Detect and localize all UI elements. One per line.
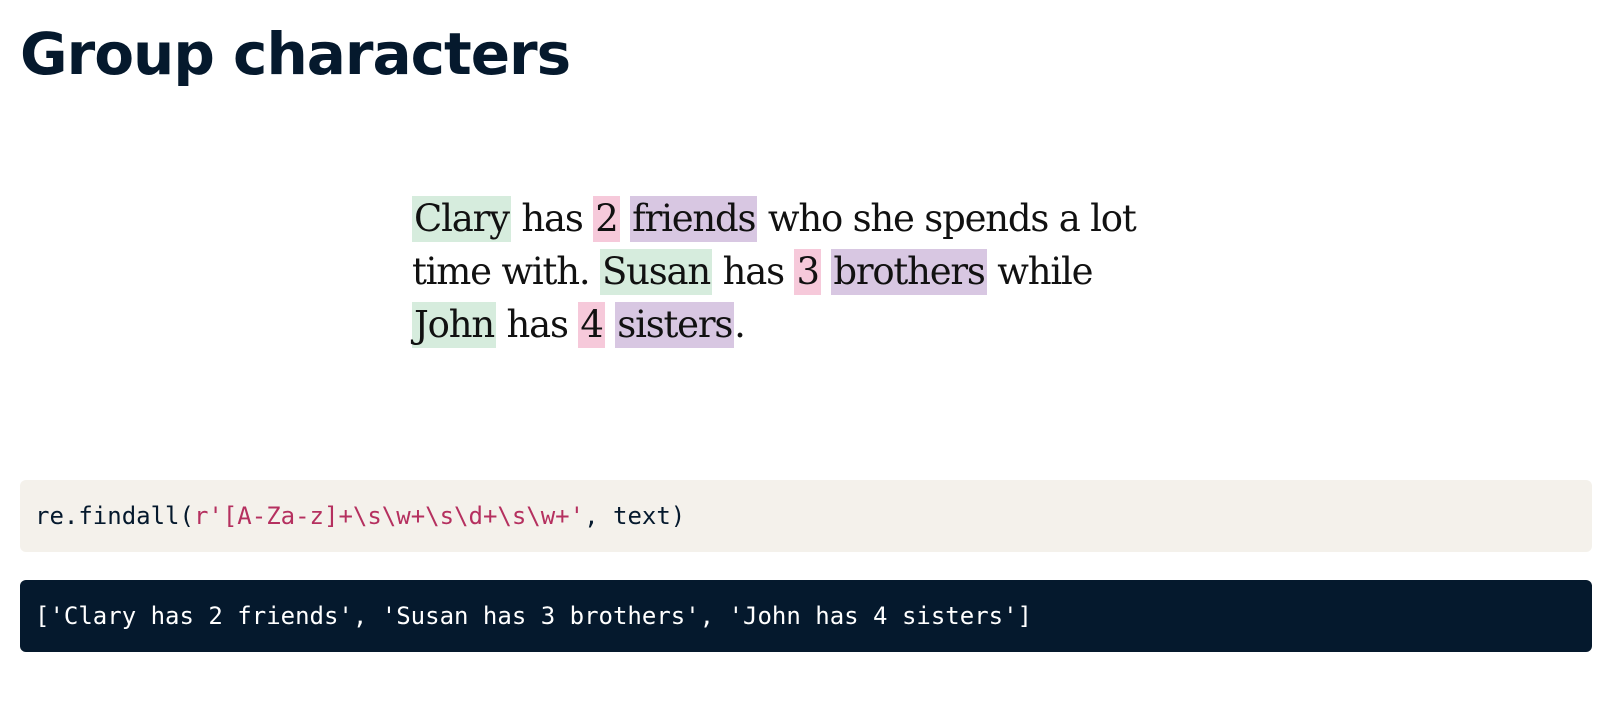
code-prefix: re.findall( (35, 502, 194, 530)
plain-text (605, 303, 616, 346)
highlight-noun: friends (630, 196, 758, 242)
illustration-line: time with. Susan has 3 brothers while (412, 245, 1212, 298)
output-text: ['Clary has 2 friends', 'Susan has 3 bro… (35, 602, 1032, 630)
output-block: ['Clary has 2 friends', 'Susan has 3 bro… (20, 580, 1592, 652)
highlight-name: John (412, 302, 496, 348)
code-suffix: , text) (584, 502, 686, 530)
highlighted-text-illustration: Clary has 2 friends who she spends a lot… (412, 192, 1212, 351)
plain-text: who she spends a lot (757, 197, 1137, 240)
plain-text: time with. (412, 250, 600, 293)
plain-text: has (712, 250, 795, 293)
plain-text: while (986, 250, 1093, 293)
plain-text (821, 250, 832, 293)
highlight-noun: brothers (831, 249, 987, 295)
page-title: Group characters (20, 20, 571, 88)
plain-text: has (510, 197, 594, 240)
code-pattern-string: r'[A-Za-z]+\s\w+\s\d+\s\w+' (193, 502, 585, 530)
highlight-number: 2 (593, 196, 620, 242)
highlight-noun: sisters (615, 302, 735, 348)
plain-text: . (734, 303, 746, 346)
plain-text (620, 197, 631, 240)
highlight-name: Susan (599, 249, 713, 295)
highlight-name: Clary (412, 196, 511, 242)
plain-text: has (495, 303, 579, 346)
illustration-line: John has 4 sisters. (412, 298, 1212, 351)
highlight-number: 4 (578, 302, 605, 348)
illustration-line: Clary has 2 friends who she spends a lot (412, 192, 1212, 245)
code-block: re.findall(r'[A-Za-z]+\s\w+\s\d+\s\w+', … (20, 480, 1592, 552)
highlight-number: 3 (794, 249, 821, 295)
